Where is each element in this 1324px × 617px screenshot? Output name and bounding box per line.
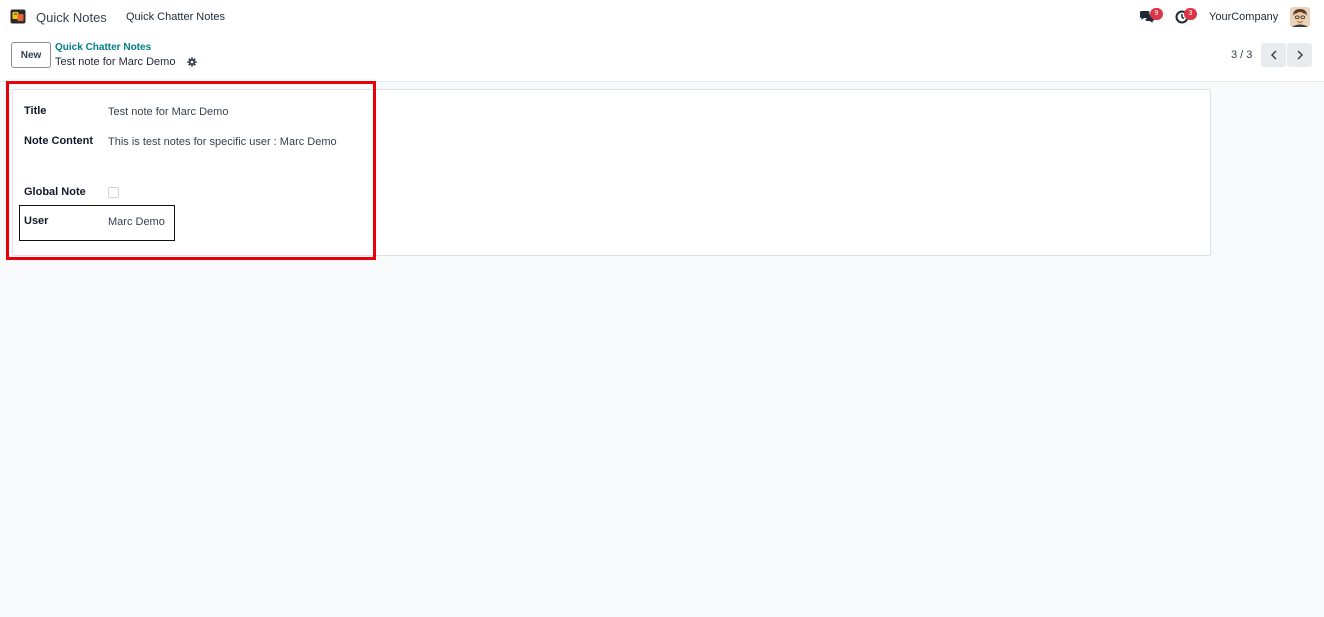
activities-badge: 3: [1184, 8, 1197, 20]
annotation-user-box: [19, 205, 175, 241]
top-navbar: Quick Notes Quick Chatter Notes 9 3 Your…: [0, 0, 1324, 35]
user-avatar[interactable]: [1290, 7, 1310, 27]
company-switcher[interactable]: YourCompany: [1209, 11, 1278, 23]
pager-previous-button[interactable]: [1261, 43, 1286, 67]
chevron-left-icon: [1270, 50, 1277, 60]
avatar-icon: [1290, 7, 1310, 27]
pager-next-button[interactable]: [1287, 43, 1312, 67]
gear-icon[interactable]: [187, 57, 197, 67]
breadcrumb-current: Test note for Marc Demo: [55, 56, 176, 68]
app-name[interactable]: Quick Notes: [36, 10, 107, 25]
menu-item-quick-chatter-notes[interactable]: Quick Chatter Notes: [126, 11, 225, 23]
messages-badge: 9: [1150, 8, 1163, 20]
control-panel: New Quick Chatter Notes Test note for Ma…: [0, 35, 1324, 82]
breadcrumb-parent-link[interactable]: Quick Chatter Notes: [55, 42, 151, 53]
chevron-right-icon: [1296, 50, 1303, 60]
pager-value[interactable]: 3 / 3: [1231, 49, 1252, 61]
quick-notes-app-icon[interactable]: [10, 9, 26, 24]
new-button[interactable]: New: [11, 42, 51, 68]
